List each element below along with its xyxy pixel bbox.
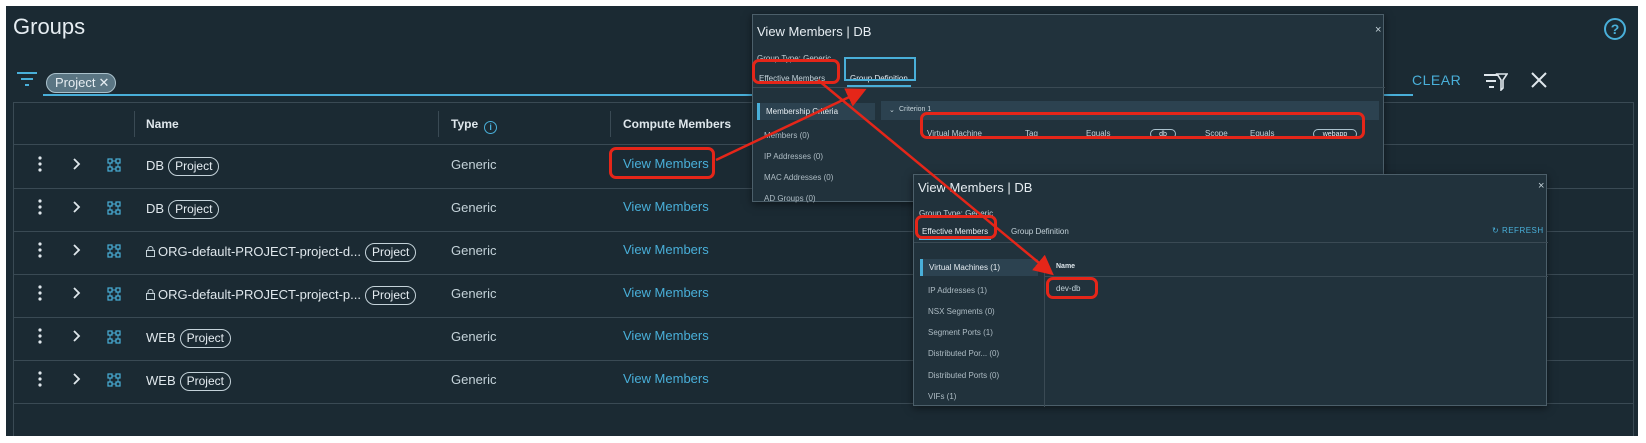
arrow-to-group-definition [715, 88, 867, 162]
arrow-to-effective-member [817, 79, 1054, 276]
annotation-arrows [715, 79, 1054, 276]
groups-page: Groups ? Project ✕ CLEAR Name Type i Com… [6, 6, 1638, 436]
